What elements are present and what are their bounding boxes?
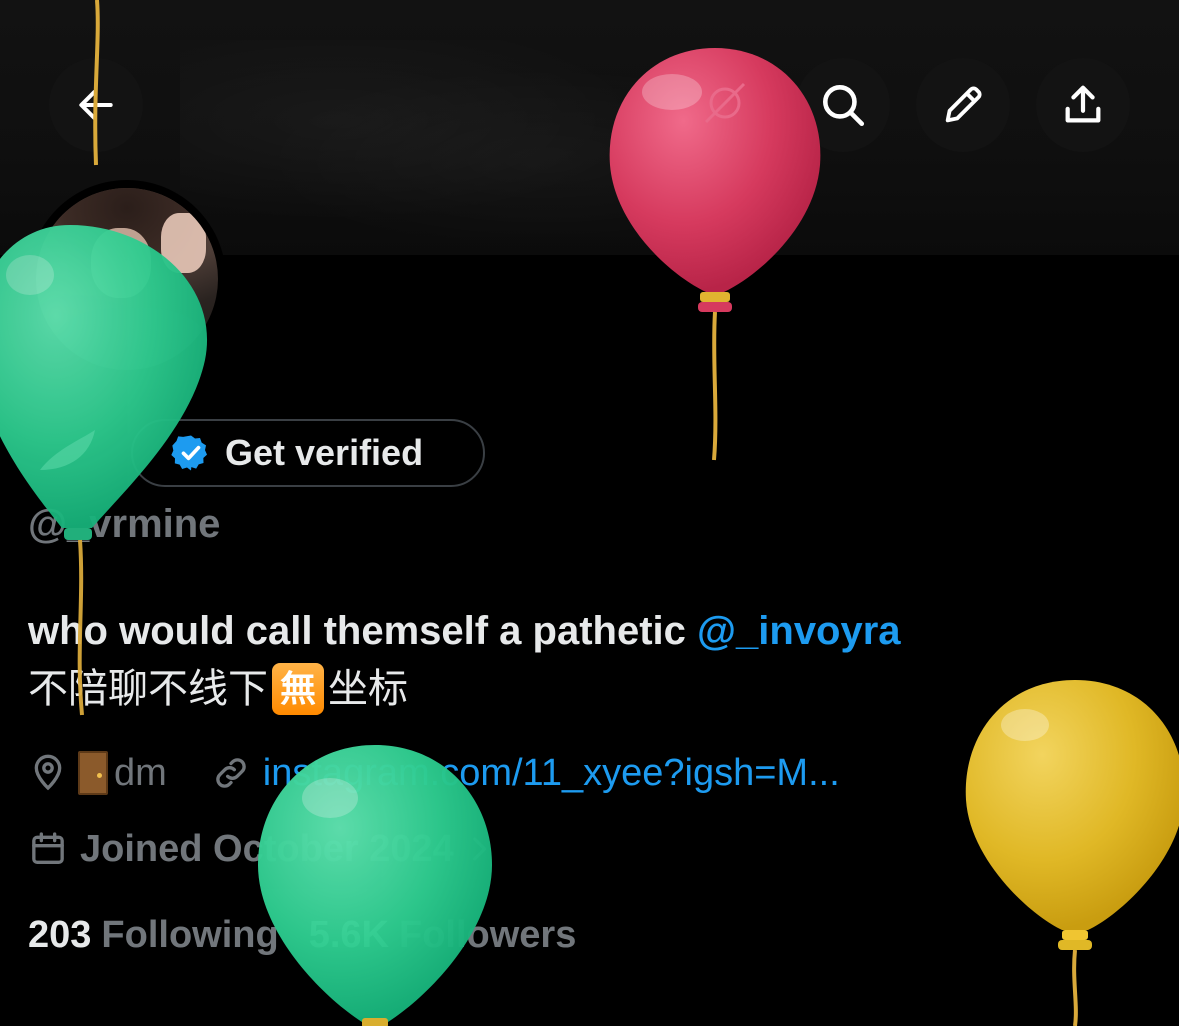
bio-chinese-text-2: 坐标 xyxy=(328,667,408,711)
share-button[interactable] xyxy=(1036,58,1130,152)
search-icon xyxy=(823,85,865,127)
profile-bio: who would call themself a pathetic @_inv… xyxy=(28,602,901,718)
location-text: dm xyxy=(114,751,167,794)
share-upload-icon xyxy=(1065,85,1101,123)
get-verified-label: Get verified xyxy=(225,432,424,473)
followers-count: 5.6K xyxy=(308,913,389,956)
banner-texture xyxy=(180,40,700,240)
search-button[interactable] xyxy=(796,58,890,152)
link-icon xyxy=(216,758,246,788)
chevron-right-icon xyxy=(473,837,487,861)
profile-page: Get verified @_vrmine who would call the… xyxy=(0,0,1179,1026)
verified-badge-icon xyxy=(171,435,207,471)
get-verified-button[interactable]: Get verified xyxy=(131,419,485,487)
location-item: dm xyxy=(28,751,167,795)
bio-text: who would call themself a pathetic xyxy=(28,609,698,653)
follow-stats: 203 Following 5.6K Followers xyxy=(28,910,576,960)
bio-mention-link[interactable]: @_invoyra xyxy=(697,609,901,653)
avatar[interactable] xyxy=(36,188,218,370)
edit-button[interactable] xyxy=(916,58,1010,152)
following-stat[interactable]: 203 Following xyxy=(28,914,279,957)
yellow-balloon xyxy=(965,680,1179,1026)
arrow-left-icon xyxy=(79,90,113,120)
bio-emoji-badge: 無 xyxy=(272,663,324,715)
joined-text: Joined October 2024 xyxy=(80,827,454,870)
bio-chinese-text-1: 不陪聊不线下 xyxy=(28,667,268,711)
website-link[interactable]: instagram.com/11_xyee?igsh=M... xyxy=(263,752,840,795)
joined-row[interactable]: Joined October 2024 xyxy=(28,824,496,874)
calendar-icon xyxy=(32,832,64,864)
following-count: 203 xyxy=(28,913,92,956)
pencil-icon xyxy=(945,86,982,123)
bio-line-1: who would call themself a pathetic @_inv… xyxy=(28,602,901,660)
door-emoji-icon xyxy=(78,751,108,795)
followers-label: Followers xyxy=(398,913,577,956)
followers-stat[interactable]: 5.6K Followers xyxy=(309,914,577,957)
location-pin-icon xyxy=(34,754,62,791)
following-label: Following xyxy=(101,913,279,956)
profile-meta-row: dm instagram.com/11_xyee?igsh=M... xyxy=(28,748,840,798)
back-button[interactable] xyxy=(49,58,143,152)
profile-handle: @_vrmine xyxy=(28,502,221,546)
website-item[interactable]: instagram.com/11_xyee?igsh=M... xyxy=(211,752,840,795)
bio-line-2: 不陪聊不线下 無 坐标 xyxy=(28,660,901,718)
